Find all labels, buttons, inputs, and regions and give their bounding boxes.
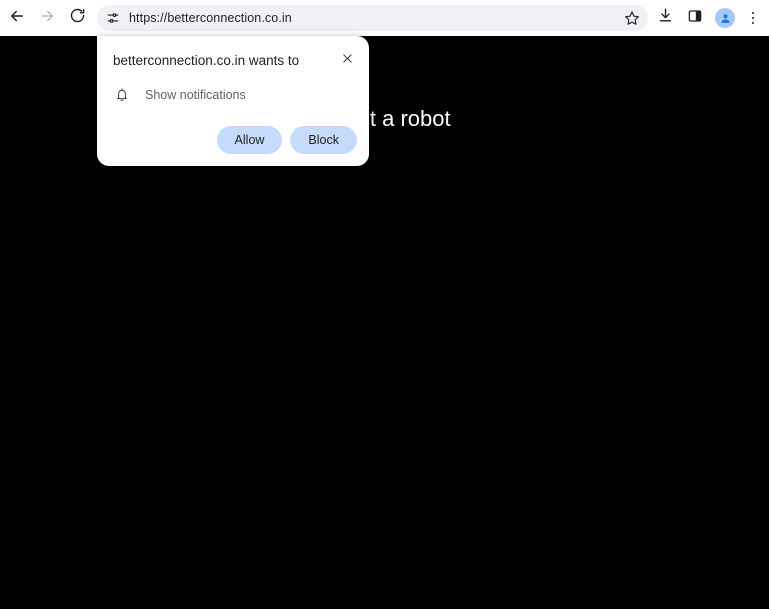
reload-button[interactable]: [63, 4, 91, 32]
chrome-menu-button[interactable]: [739, 4, 767, 32]
tune-icon[interactable]: [103, 8, 123, 28]
dialog-title: betterconnection.co.in wants to: [113, 53, 300, 68]
close-button[interactable]: [335, 48, 359, 72]
allow-button[interactable]: Allow: [216, 126, 283, 154]
close-icon: [342, 51, 353, 69]
notification-permission-dialog: betterconnection.co.in wants to Show not…: [97, 36, 369, 166]
side-panel-icon: [687, 8, 703, 29]
star-icon[interactable]: [620, 6, 644, 30]
dialog-actions: Allow Block: [216, 126, 357, 154]
profile-button[interactable]: [711, 4, 739, 32]
bell-icon: [113, 86, 131, 104]
block-button[interactable]: Block: [290, 126, 357, 154]
side-panel-button[interactable]: [681, 4, 709, 32]
browser-toolbar: https://betterconnection.co.in: [0, 0, 769, 36]
download-icon: [657, 7, 674, 29]
three-dot-menu-icon: [751, 11, 755, 25]
permission-label: Show notifications: [145, 88, 246, 102]
reload-icon: [69, 7, 86, 29]
avatar-icon: [715, 8, 735, 28]
back-button[interactable]: [3, 4, 31, 32]
toolbar-actions: [643, 0, 769, 36]
forward-button[interactable]: [33, 4, 61, 32]
address-bar[interactable]: https://betterconnection.co.in: [97, 5, 648, 31]
download-button[interactable]: [651, 4, 679, 32]
permission-row: Show notifications: [113, 86, 246, 104]
url-text[interactable]: https://betterconnection.co.in: [129, 11, 620, 25]
back-arrow-icon: [8, 7, 26, 30]
forward-arrow-icon: [38, 7, 56, 30]
